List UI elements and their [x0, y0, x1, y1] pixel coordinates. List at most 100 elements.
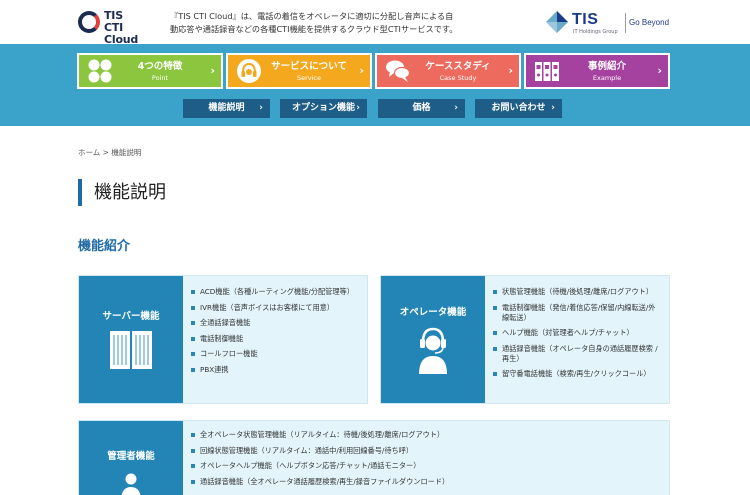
admin-features-panel: 管理者機能 全オペレータ状態管理機能（リアルタイム：待機/後処理/離席/ログアウ… — [78, 420, 670, 495]
list-item-text: 電話制御機能（発信/着信応答/保留/内線転送/外線転送） — [502, 302, 656, 322]
admin-person-icon — [121, 473, 141, 495]
operator-feature-list: 状態管理機能（待機/後処理/離席/ログアウト） 電話制御機能（発信/着信応答/保… — [493, 287, 661, 385]
nav-tile-subtitle: Service — [296, 74, 322, 82]
chevron-right-icon: › — [508, 64, 513, 77]
list-item-text: ACD機能（各種ルーティング機能/分配管理等） — [200, 287, 354, 296]
list-item: ACD機能（各種ルーティング機能/分配管理等） — [191, 287, 356, 297]
list-item-text: コールフロー機能 — [200, 349, 258, 358]
list-item: 全通話録音機能 — [191, 318, 356, 328]
tis-cti-cloud-logo[interactable]: TIS CTI Cloud — [78, 9, 158, 46]
chevron-right-icon: › — [356, 103, 360, 113]
corp-subtitle: IT Holdings Group — [573, 29, 618, 35]
list-item-text: 電話制御機能 — [200, 333, 244, 343]
logo-line2: CTI Cloud — [104, 21, 139, 46]
breadcrumb: ホーム > 機能説明 — [78, 147, 141, 158]
list-item: 電話制御機能 — [191, 334, 356, 344]
nav-tile-case-study[interactable]: ケーススタディ Case Study › — [375, 53, 521, 89]
server-rack-icon — [110, 331, 152, 369]
list-item-text: 通話録音機能（オペレータ自身の通話履歴検索 /再生） — [502, 343, 658, 363]
server-panel-header: サーバー機能 — [79, 276, 183, 403]
bullet-square-icon — [191, 352, 195, 356]
subnav-options[interactable]: オプション機能 › — [280, 99, 367, 118]
subnav-label: お問い合わせ — [491, 103, 546, 113]
subnav-features[interactable]: 機能説明 › — [183, 99, 270, 118]
logo-ring-icon — [78, 11, 100, 33]
nav-tile-service[interactable]: サービスについて Service › — [226, 53, 372, 89]
bullet-square-icon — [493, 305, 497, 310]
bullet-square-icon — [191, 433, 195, 437]
list-item: IVR機能（音声ボイスはお客様にて用意） — [191, 303, 356, 313]
corp-divider — [625, 13, 626, 33]
corp-name: TIS — [572, 11, 599, 28]
chevron-right-icon: › — [551, 103, 555, 113]
tis-corporate-logo[interactable]: TIS IT Holdings Group Go Beyond — [546, 11, 676, 35]
chevron-right-icon: › — [359, 64, 364, 77]
chevron-right-icon: › — [210, 64, 215, 77]
subnav-contact[interactable]: お問い合わせ › — [475, 99, 562, 118]
list-item: 通話録音機能（全オペレータ通話履歴検索/再生/録音ファイルダウンロード） — [191, 477, 641, 487]
bullet-square-icon — [191, 290, 195, 294]
server-panel-label: サーバー機能 — [102, 311, 160, 322]
list-item-text: 回線状態管理機能（リアルタイム：通話中/利用回線番号/待ち呼） — [200, 445, 414, 455]
admin-panel-label: 管理者機能 — [107, 451, 155, 462]
nav-tile-subtitle: Example — [592, 74, 622, 82]
page-title: 機能説明 — [78, 179, 166, 206]
server-feature-list: ACD機能（各種ルーティング機能/分配管理等） IVR機能（音声ボイスはお客様に… — [191, 287, 356, 380]
list-item-text: PBX連携 — [200, 364, 229, 374]
list-item-text: 全オペレータ状態管理機能（リアルタイム：待機/後処理/離席/ログアウト） — [200, 430, 445, 439]
operator-features-panel: オペレータ機能 状態管理機能（待機/後処理/離席/ログアウト） 電話制御機能（発… — [380, 275, 670, 404]
list-item: 通話録音機能（オペレータ自身の通話履歴検索 /再生） — [493, 344, 661, 364]
list-item: 状態管理機能（待機/後処理/離席/ログアウト） — [493, 287, 661, 297]
operator-headset-icon — [419, 327, 447, 374]
site-header: TIS CTI Cloud 『TIS CTI Cloud』は、電話の着信をオペレ… — [0, 0, 750, 46]
headset-icon — [237, 59, 261, 83]
list-item: PBX連携 — [191, 365, 356, 375]
list-item-text: 状態管理機能（待機/後処理/離席/ログアウト） — [502, 287, 654, 296]
bullet-square-icon — [493, 290, 497, 294]
nav-tile-subtitle: Case Study — [439, 74, 477, 82]
list-item: 回線状態管理機能（リアルタイム：通話中/利用回線番号/待ち呼） — [191, 446, 641, 456]
subnav-label: 機能説明 — [208, 103, 245, 113]
bullet-square-icon — [191, 479, 195, 484]
operator-panel-header: オペレータ機能 — [381, 276, 485, 403]
list-item: オペレータヘルプ機能（ヘルプボタン応答/チャット/通話モニター） — [191, 461, 641, 471]
operator-panel-label: オペレータ機能 — [399, 307, 467, 318]
admin-panel-header: 管理者機能 — [79, 421, 183, 495]
nav-tile-title: ケーススタディ — [425, 61, 491, 72]
list-item: 全オペレータ状態管理機能（リアルタイム：待機/後処理/離席/ログアウト） — [191, 430, 641, 440]
breadcrumb-home[interactable]: ホーム — [78, 148, 100, 157]
tis-diamond-logo-icon — [546, 11, 568, 33]
bullet-square-icon — [191, 367, 195, 372]
server-features-panel: サーバー機能 ACD機能（各種ルーティング機能/分配管理等） IVR機能（音声ボ… — [78, 275, 368, 404]
list-item: コールフロー機能 — [191, 349, 356, 359]
breadcrumb-separator: > — [102, 148, 109, 157]
subnav-pricing[interactable]: 価格 › — [378, 99, 465, 118]
logo-text: TIS CTI Cloud — [104, 10, 158, 46]
bullet-square-icon — [191, 305, 195, 310]
nav-tile-subtitle: Point — [151, 74, 169, 82]
list-item-text: ヘルプ機能（対管理者ヘルプ/チャット） — [502, 328, 634, 337]
bullet-square-icon — [191, 448, 195, 453]
bullet-square-icon — [191, 336, 195, 341]
bullet-square-icon — [493, 331, 497, 335]
nav-tile-title: サービスについて — [271, 61, 347, 72]
list-item: ヘルプ機能（対管理者ヘルプ/チャット） — [493, 328, 661, 338]
nav-tile-title: 4つの特徴 — [137, 61, 183, 72]
main-nav: 4つの特徴 Point › サービスについて Service › ケーススタディ… — [77, 53, 670, 89]
corp-slogan: Go Beyond — [629, 18, 670, 27]
section-title: 機能紹介 — [78, 239, 131, 254]
binders-icon — [535, 62, 559, 81]
admin-feature-list: 全オペレータ状態管理機能（リアルタイム：待機/後処理/離席/ログアウト） 回線状… — [191, 430, 641, 492]
bullet-square-icon — [191, 321, 195, 325]
bullet-square-icon — [191, 464, 195, 468]
nav-tile-point[interactable]: 4つの特徴 Point › — [77, 53, 223, 89]
nav-tile-example[interactable]: 事例紹介 Example › — [524, 53, 670, 89]
bullet-square-icon — [493, 346, 497, 351]
chevron-right-icon: › — [657, 64, 662, 77]
nav-tile-title: 事例紹介 — [587, 61, 626, 72]
speech-bubbles-icon — [386, 60, 411, 82]
bullet-square-icon — [493, 372, 497, 376]
header-tagline: 『TIS CTI Cloud』は、電話の着信をオペレータに適切に分配し音声による… — [170, 11, 458, 34]
subnav-label: オプション機能 — [291, 103, 355, 113]
list-item-text: IVR機能（音声ボイスはお客様にて用意） — [200, 302, 335, 312]
